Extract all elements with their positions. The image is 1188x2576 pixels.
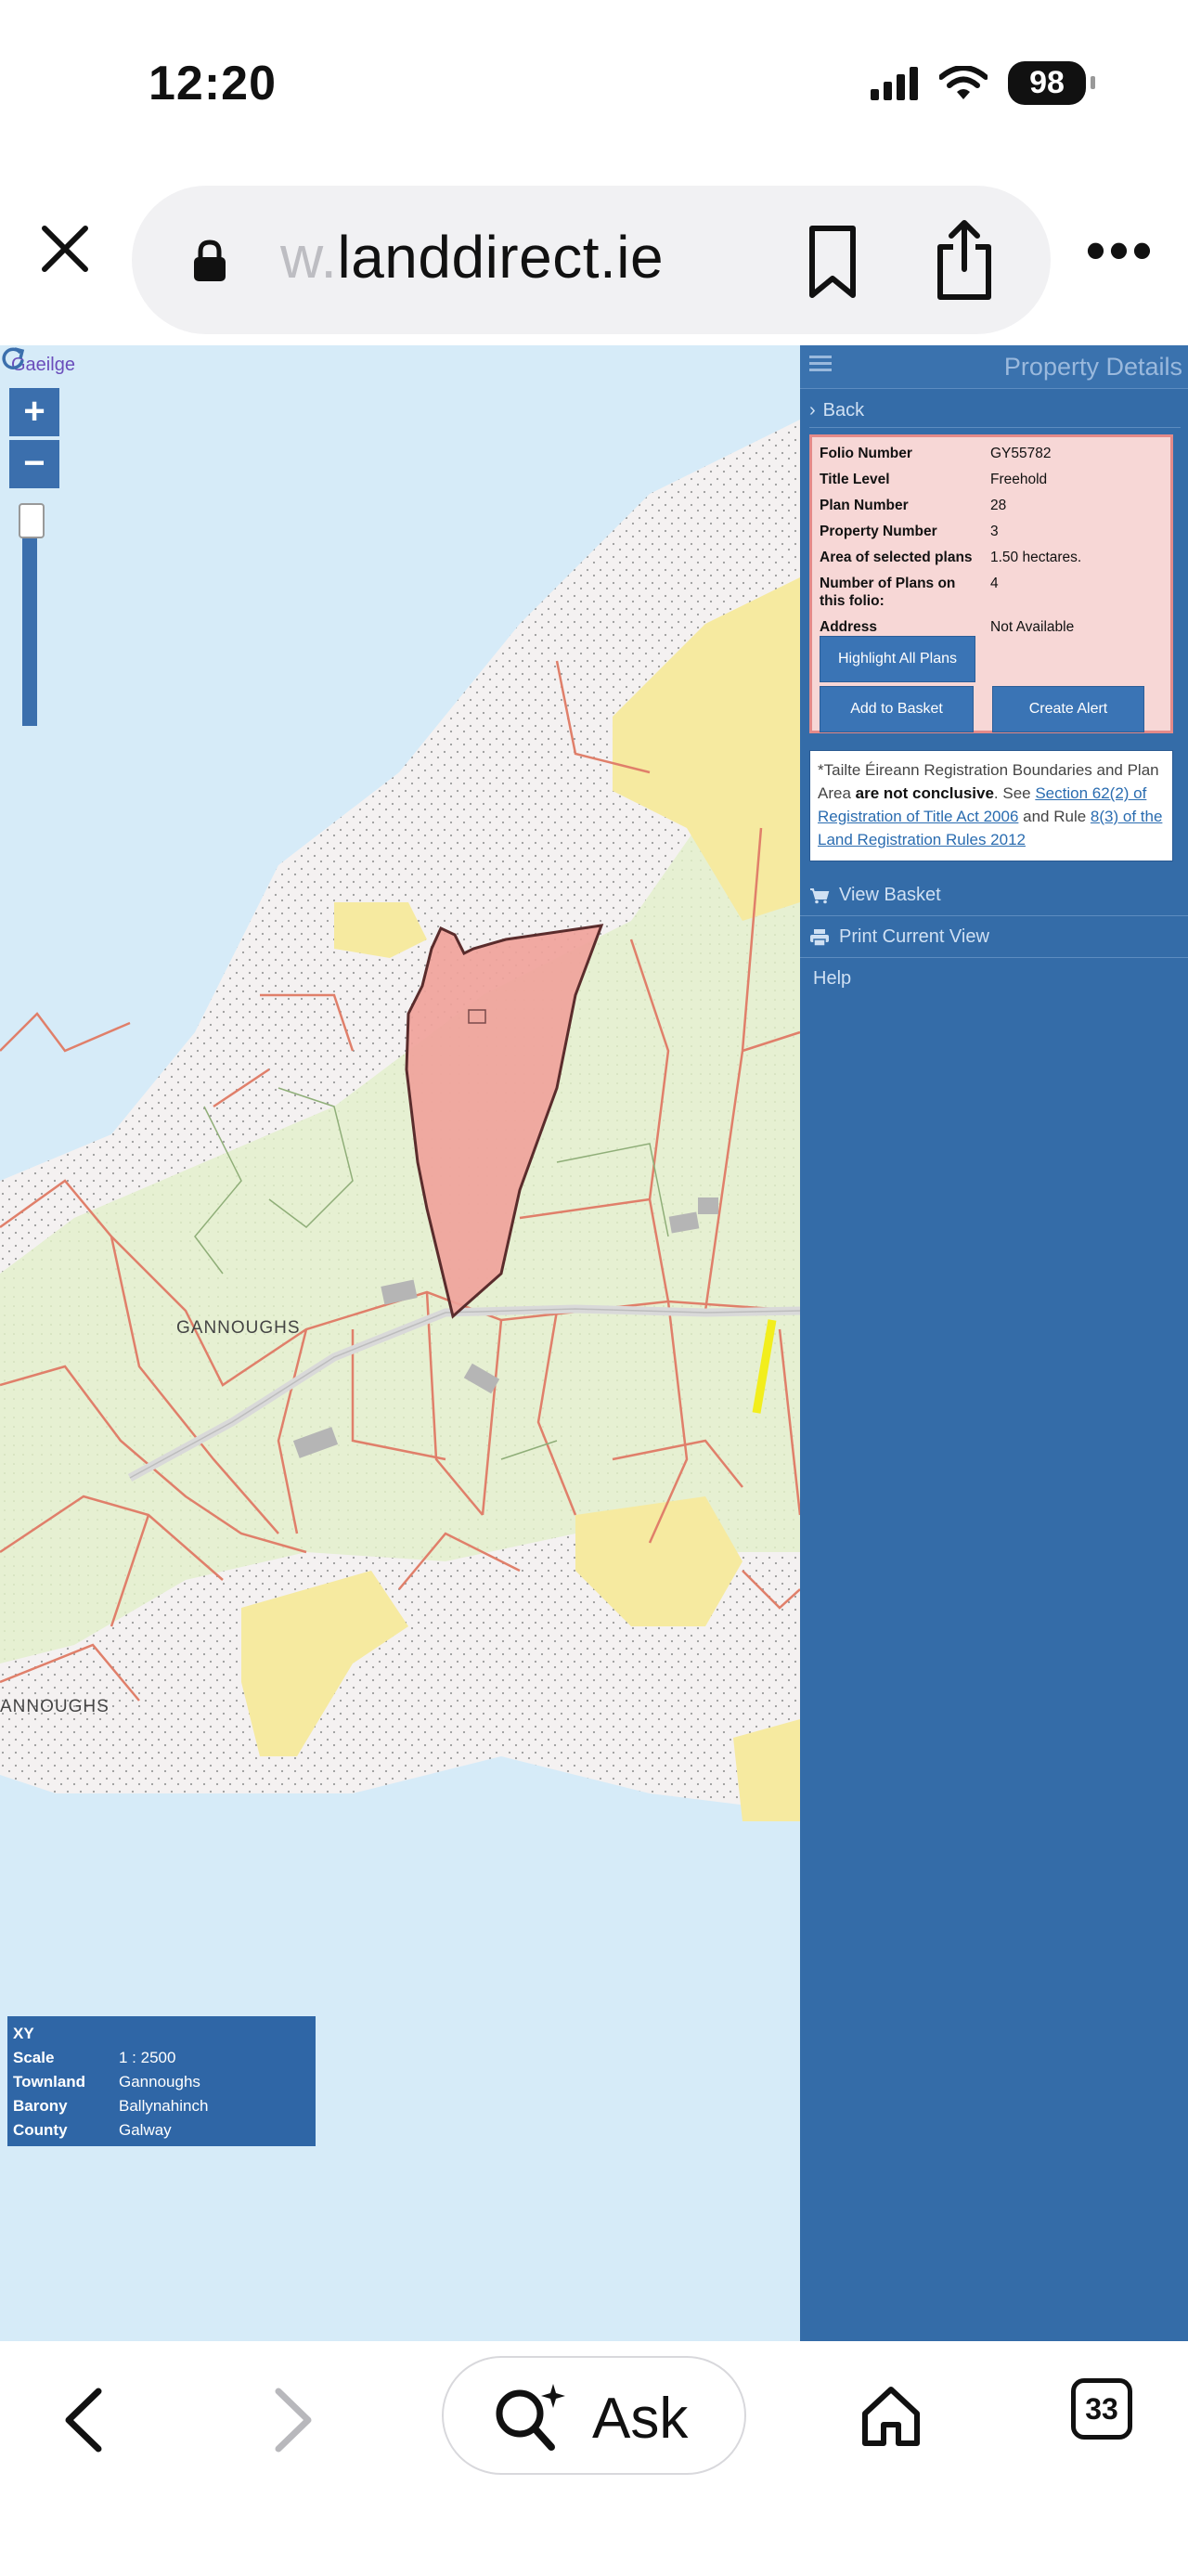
detail-row: Address Not Available xyxy=(820,618,1163,636)
detail-value: 3 xyxy=(990,524,999,539)
detail-row: Property Number 3 xyxy=(820,523,1163,540)
add-to-basket-button[interactable]: Add to Basket xyxy=(820,686,974,732)
print-current-view-label: Print Current View xyxy=(839,926,989,947)
zoom-slider-handle[interactable] xyxy=(19,503,45,538)
zoom-slider[interactable] xyxy=(22,512,37,726)
print-icon xyxy=(810,928,829,946)
close-icon[interactable] xyxy=(37,221,93,277)
battery-icon: 98 xyxy=(1008,61,1095,105)
zoom-out-button[interactable]: − xyxy=(9,440,59,488)
ai-search-icon xyxy=(496,2384,565,2451)
detail-key: Title Level xyxy=(820,472,890,487)
info-key: Scale xyxy=(13,2049,55,2066)
disclaimer-text: and Rule xyxy=(1018,808,1091,825)
view-basket-label: View Basket xyxy=(839,885,941,905)
detail-value: 4 xyxy=(990,576,999,591)
info-key: Barony xyxy=(13,2097,68,2115)
forward-arrow-icon[interactable] xyxy=(269,2386,319,2454)
detail-row: Title Level Freehold xyxy=(820,471,1163,488)
townland-label: GANNOUGHS xyxy=(176,1318,301,1338)
status-bar: 12:20 98 xyxy=(0,0,1188,167)
map-view[interactable]: Gaeilge + − GANNOUGHS ANNOUGHS XY Scale 1… xyxy=(0,345,800,2341)
detail-row: Number of Plans on this folio: 4 xyxy=(820,575,1163,610)
info-key: County xyxy=(13,2121,68,2139)
detail-key: Plan Number xyxy=(820,498,909,513)
lock-icon xyxy=(194,239,226,281)
detail-row: Plan Number 28 xyxy=(820,497,1163,514)
cellular-signal-icon xyxy=(871,66,918,100)
boundary-disclaimer: *Tailte Éireann Registration Boundaries … xyxy=(809,750,1173,861)
property-details-card: Folio Number GY55782 Title Level Freehold … xyxy=(809,434,1173,733)
info-key: Townland xyxy=(13,2073,86,2091)
detail-value: GY55782 xyxy=(990,446,1052,461)
browser-address-row: w.landdirect.ie ••• xyxy=(0,176,1188,343)
xy-label: XY xyxy=(13,2025,34,2042)
back-label: Back xyxy=(822,400,865,421)
refresh-icon[interactable] xyxy=(0,345,26,371)
back-link[interactable]: › Back xyxy=(809,394,1181,428)
view-basket-link[interactable]: View Basket xyxy=(800,874,1188,916)
detail-value: 1.50 hectares. xyxy=(990,550,1082,565)
back-arrow-icon[interactable] xyxy=(58,2386,108,2454)
help-label: Help xyxy=(813,968,852,989)
info-row: Scale 1 : 2500 xyxy=(13,2046,316,2070)
menu-icon[interactable] xyxy=(809,355,832,373)
info-value: 1 : 2500 xyxy=(119,2049,176,2066)
info-value: Gannoughs xyxy=(119,2073,200,2091)
tabs-icon[interactable]: 33 xyxy=(1071,2378,1132,2440)
info-row: Barony Ballynahinch xyxy=(13,2094,316,2118)
url-faded: w. xyxy=(280,224,338,291)
zoom-in-button[interactable]: + xyxy=(9,388,59,436)
xy-readout: XY xyxy=(13,2022,316,2046)
share-icon[interactable] xyxy=(935,217,994,301)
ask-label: Ask xyxy=(592,2387,689,2451)
detail-key: Number of Plans on this folio: xyxy=(820,576,956,609)
status-icons: 98 xyxy=(871,61,1095,105)
cart-icon xyxy=(810,887,830,904)
browser-toolbar: Ask 33 xyxy=(0,2341,1188,2576)
info-value: Galway xyxy=(119,2121,172,2139)
create-alert-button[interactable]: Create Alert xyxy=(992,686,1144,732)
url-text: w.landdirect.ie xyxy=(280,223,664,291)
detail-row: Folio Number GY55782 xyxy=(820,445,1163,462)
detail-row: Area of selected plans 1.50 hectares. xyxy=(820,549,1163,566)
info-value: Ballynahinch xyxy=(119,2097,209,2115)
detail-value: 28 xyxy=(990,498,1007,513)
more-icon[interactable]: ••• xyxy=(1086,223,1156,278)
panel-title: Property Details xyxy=(1003,353,1182,381)
detail-value: Not Available xyxy=(990,619,1075,635)
print-current-view-link[interactable]: Print Current View xyxy=(800,916,1188,958)
wifi-icon xyxy=(939,65,988,99)
map-info-box: XY Scale 1 : 2500 Townland Gannoughs Baron… xyxy=(7,2016,316,2146)
bookmark-icon[interactable] xyxy=(805,225,860,299)
detail-key: Folio Number xyxy=(820,446,912,461)
disclaimer-text: . See xyxy=(993,784,1036,802)
disclaimer-bold: are not conclusive xyxy=(855,784,994,802)
detail-key: Area of selected plans xyxy=(820,550,973,565)
info-row: Townland Gannoughs xyxy=(13,2070,316,2094)
home-icon[interactable] xyxy=(858,2382,924,2449)
help-link[interactable]: Help xyxy=(800,958,1188,999)
detail-key: Address xyxy=(820,619,878,635)
address-bar[interactable]: w.landdirect.ie xyxy=(132,186,1051,334)
property-details-panel: Property Details › Back Folio Number GY557… xyxy=(800,345,1188,2341)
detail-value: Freehold xyxy=(990,472,1048,487)
status-time: 12:20 xyxy=(148,57,277,110)
highlight-all-plans-button[interactable]: Highlight All Plans xyxy=(820,636,975,682)
info-row: County Galway xyxy=(13,2118,316,2142)
townland-label-edge: ANNOUGHS xyxy=(0,1697,110,1716)
chevron-right-icon: › xyxy=(809,400,816,421)
detail-key: Property Number xyxy=(820,524,937,539)
ask-button[interactable]: Ask xyxy=(442,2356,746,2475)
url-domain: landdirect.ie xyxy=(337,224,665,291)
panel-header: Property Details xyxy=(800,345,1188,389)
